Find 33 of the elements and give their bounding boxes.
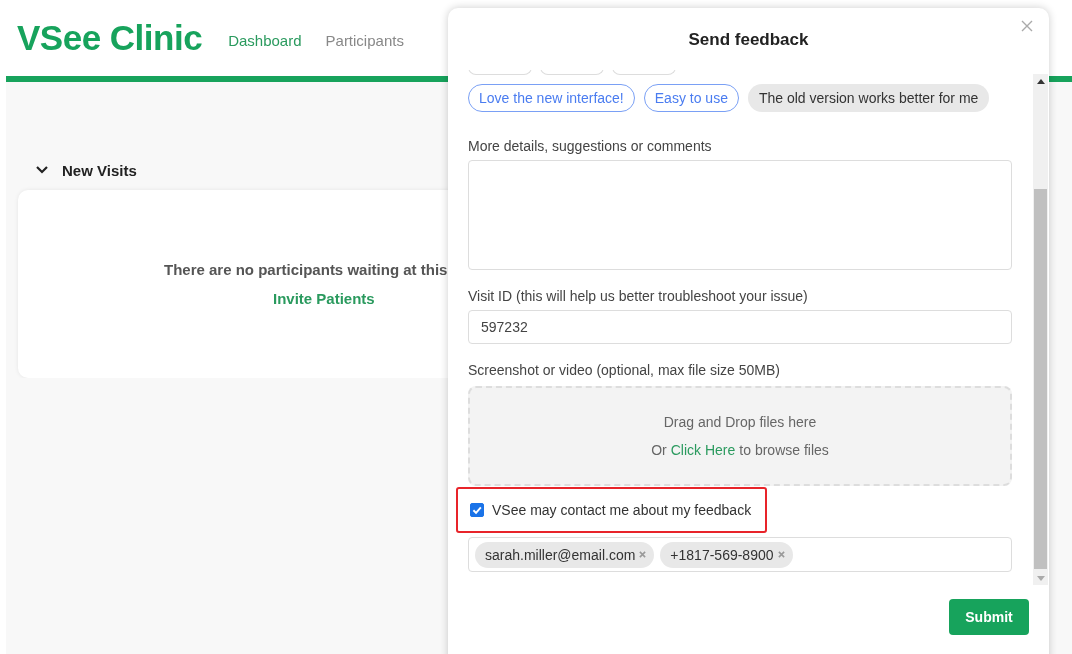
checkbox-label: VSee may contact me about my feedback — [492, 502, 752, 518]
chip-text: +1817-569-8900 — [670, 546, 774, 563]
submit-button[interactable]: Submit — [949, 599, 1029, 635]
chevron-down-icon[interactable] — [36, 166, 48, 174]
tag-chip[interactable]: The old version works better for me — [747, 84, 990, 112]
checkbox[interactable] — [470, 503, 484, 517]
browse-hint: to browse files — [739, 442, 829, 458]
visit-id-field[interactable]: 597232 — [468, 310, 1012, 344]
scrollbar[interactable] — [1033, 74, 1048, 585]
remove-icon[interactable] — [639, 551, 647, 558]
file-drop-zone[interactable]: Drag and Drop files here Or Click Here to browse files — [468, 386, 1012, 486]
comments-field[interactable] — [468, 160, 1012, 270]
scroll-up-icon[interactable] — [1036, 79, 1045, 84]
tag-chip[interactable]: Love the new interface! — [468, 84, 635, 112]
close-icon[interactable] — [1021, 20, 1033, 32]
scroll-down-icon[interactable] — [1036, 576, 1045, 581]
dialog-title: Send feedback — [688, 30, 809, 50]
field-label: Visit ID (this will help us better troubleshoot your issue) — [468, 288, 809, 304]
contacts-field[interactable]: sarah.miller@email.com +1817-569-8900 — [468, 537, 1012, 572]
browse-hint: Or — [651, 442, 667, 458]
drop-hint: Drag and Drop files here — [663, 414, 817, 430]
logo: VSee Clinic — [17, 18, 203, 58]
chip-text: sarah.miller@email.com — [485, 546, 636, 563]
tag-chip[interactable]: Easy to use — [643, 84, 739, 112]
nav-link[interactable]: Participants — [325, 31, 404, 49]
nav-link[interactable]: Dashboard — [228, 31, 302, 49]
field-label: More details, suggestions or comments — [468, 138, 713, 154]
empty-message: There are no participants waiting at this — [164, 261, 448, 278]
remove-icon[interactable] — [777, 551, 785, 558]
field-label: Screenshot or video (optional, max file size 50MB) — [468, 362, 782, 378]
click-here-link[interactable]: Click Here — [670, 442, 736, 458]
invite-patients-link[interactable]: Invite Patients — [273, 290, 375, 307]
section-title: New Visits — [62, 161, 137, 179]
